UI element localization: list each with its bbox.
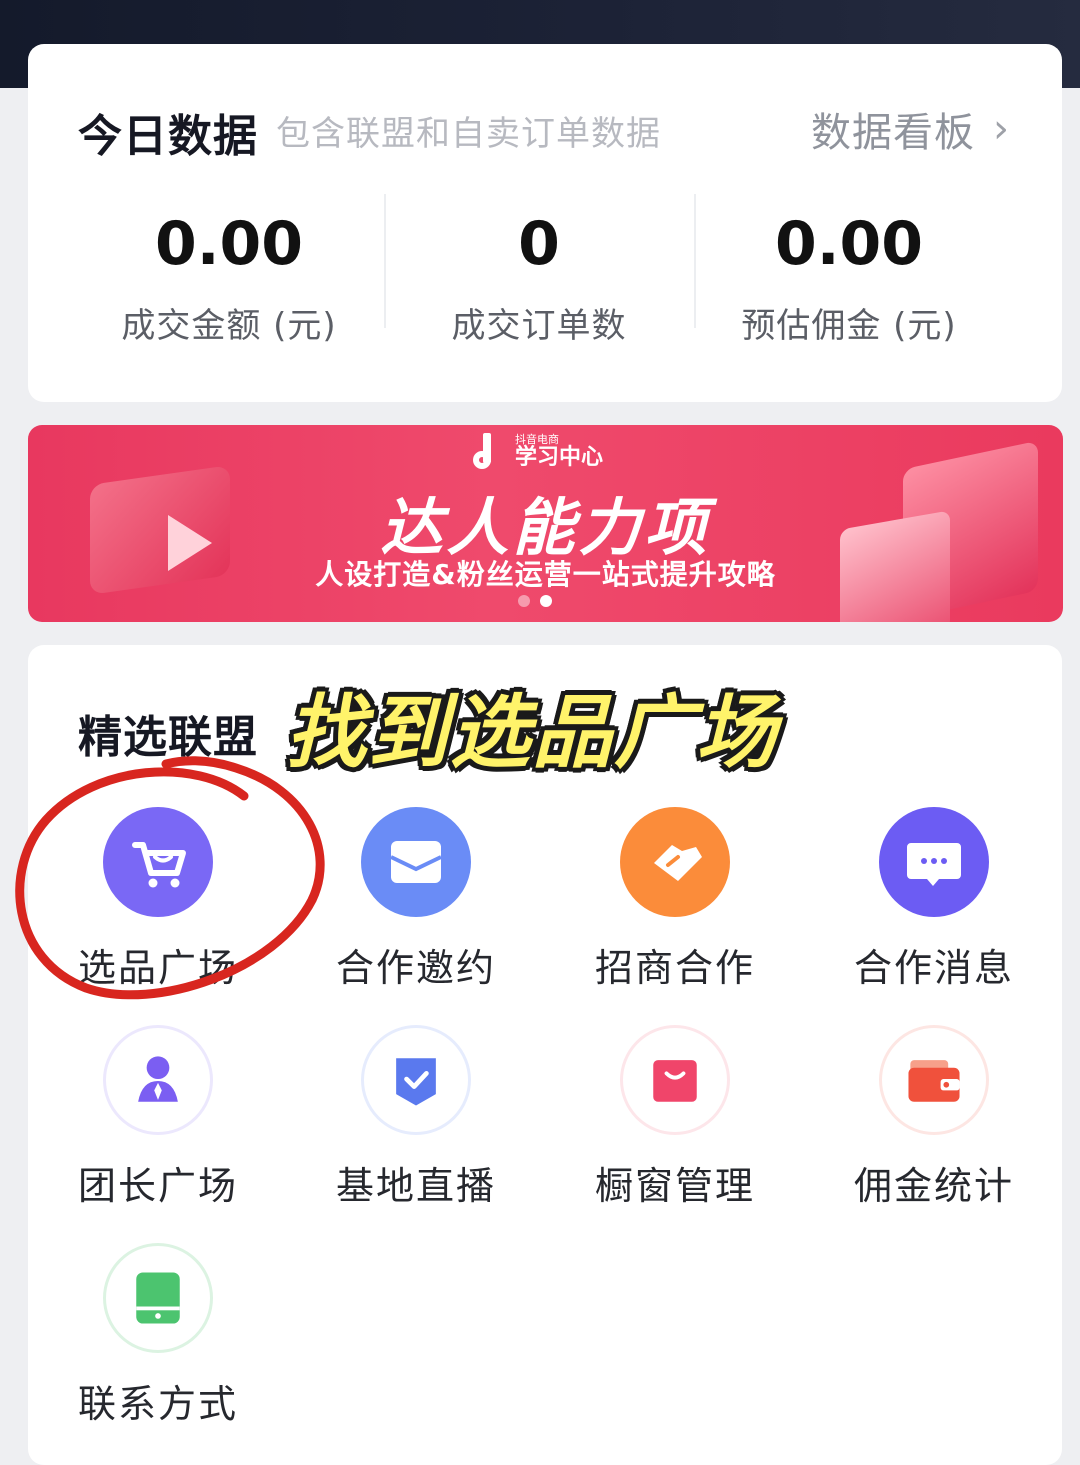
- phone-icon: [103, 1243, 213, 1353]
- shield-check-icon: [361, 1025, 471, 1135]
- grid-item-label: 橱窗管理: [594, 1164, 755, 1208]
- chat-icon: [879, 807, 989, 917]
- today-data-card: 今日数据 包含联盟和自卖订单数据 数据看板 › 0.00 成交金额 (元) 0 …: [28, 44, 1062, 402]
- grid-item-label: 合作邀约: [335, 946, 496, 990]
- grid-item-showcase-management[interactable]: 橱窗管理: [565, 1025, 785, 1210]
- envelope-icon: [361, 807, 471, 917]
- grid-item-leader-square[interactable]: 团长广场: [48, 1025, 268, 1210]
- stat-label: 成交金额 (元): [121, 306, 337, 346]
- grid-item-label: 基地直播: [335, 1164, 496, 1208]
- grid-item-label: 联系方式: [77, 1382, 238, 1426]
- grid-item-merchant-cooperation[interactable]: 招商合作: [565, 807, 785, 992]
- stat-value: 0: [518, 209, 560, 279]
- carousel-indicator: [518, 595, 552, 607]
- data-dashboard-label: 数据看板: [811, 110, 975, 156]
- grid-item-cooperation-messages[interactable]: 合作消息: [824, 807, 1044, 992]
- carousel-dot[interactable]: [518, 595, 530, 607]
- stat-label: 预估佣金 (元): [741, 306, 957, 346]
- douyin-note-icon: [473, 433, 503, 469]
- grid-item-product-square[interactable]: 选品广场: [48, 807, 268, 992]
- logo-brand-small: 抖音电商: [515, 433, 559, 446]
- shopping-bag-icon: [620, 1025, 730, 1135]
- grid-item-label: 选品广场: [77, 946, 238, 990]
- stat-commission[interactable]: 0.00 预估佣金 (元): [684, 204, 1014, 347]
- wallet-icon: [879, 1025, 989, 1135]
- alliance-title: 精选联盟: [78, 712, 258, 763]
- grid-item-base-live[interactable]: 基地直播: [306, 1025, 526, 1210]
- handshake-icon: [620, 807, 730, 917]
- grid-item-label: 团长广场: [77, 1164, 238, 1208]
- stat-label: 成交订单数: [451, 306, 627, 346]
- stat-orders[interactable]: 0 成交订单数: [374, 204, 704, 347]
- stat-value: 0.00: [774, 209, 924, 279]
- grid-item-commission-stats[interactable]: 佣金统计: [824, 1025, 1044, 1210]
- douyin-learning-center-logo: 抖音电商 学习中心: [473, 433, 603, 469]
- chevron-right-icon: ›: [993, 106, 1010, 152]
- grid-item-cooperation-invite[interactable]: 合作邀约: [306, 807, 526, 992]
- promo-banner[interactable]: 抖音电商 学习中心 达人能力项 人设打造&粉丝运营一站式提升攻略: [28, 425, 1063, 622]
- person-icon: [103, 1025, 213, 1135]
- grid-item-label: 合作消息: [853, 946, 1014, 990]
- logo-brand-main: 学习中心: [515, 445, 604, 470]
- stat-value: 0.00: [154, 209, 304, 279]
- grid-item-label: 佣金统计: [853, 1164, 1014, 1208]
- tutorial-caption: 找到选品广场: [286, 686, 778, 779]
- stat-gmv[interactable]: 0.00 成交金额 (元): [64, 204, 394, 347]
- grid-item-label: 招商合作: [594, 946, 755, 990]
- data-dashboard-link[interactable]: 数据看板 ›: [811, 100, 1010, 158]
- cart-icon: [103, 807, 213, 917]
- carousel-dot-active[interactable]: [540, 595, 552, 607]
- today-data-title: 今日数据: [78, 111, 258, 162]
- banner-subtitle: 人设打造&粉丝运营一站式提升攻略: [315, 558, 776, 591]
- today-data-subtitle: 包含联盟和自卖订单数据: [276, 114, 661, 154]
- grid-item-contact[interactable]: 联系方式: [48, 1243, 268, 1428]
